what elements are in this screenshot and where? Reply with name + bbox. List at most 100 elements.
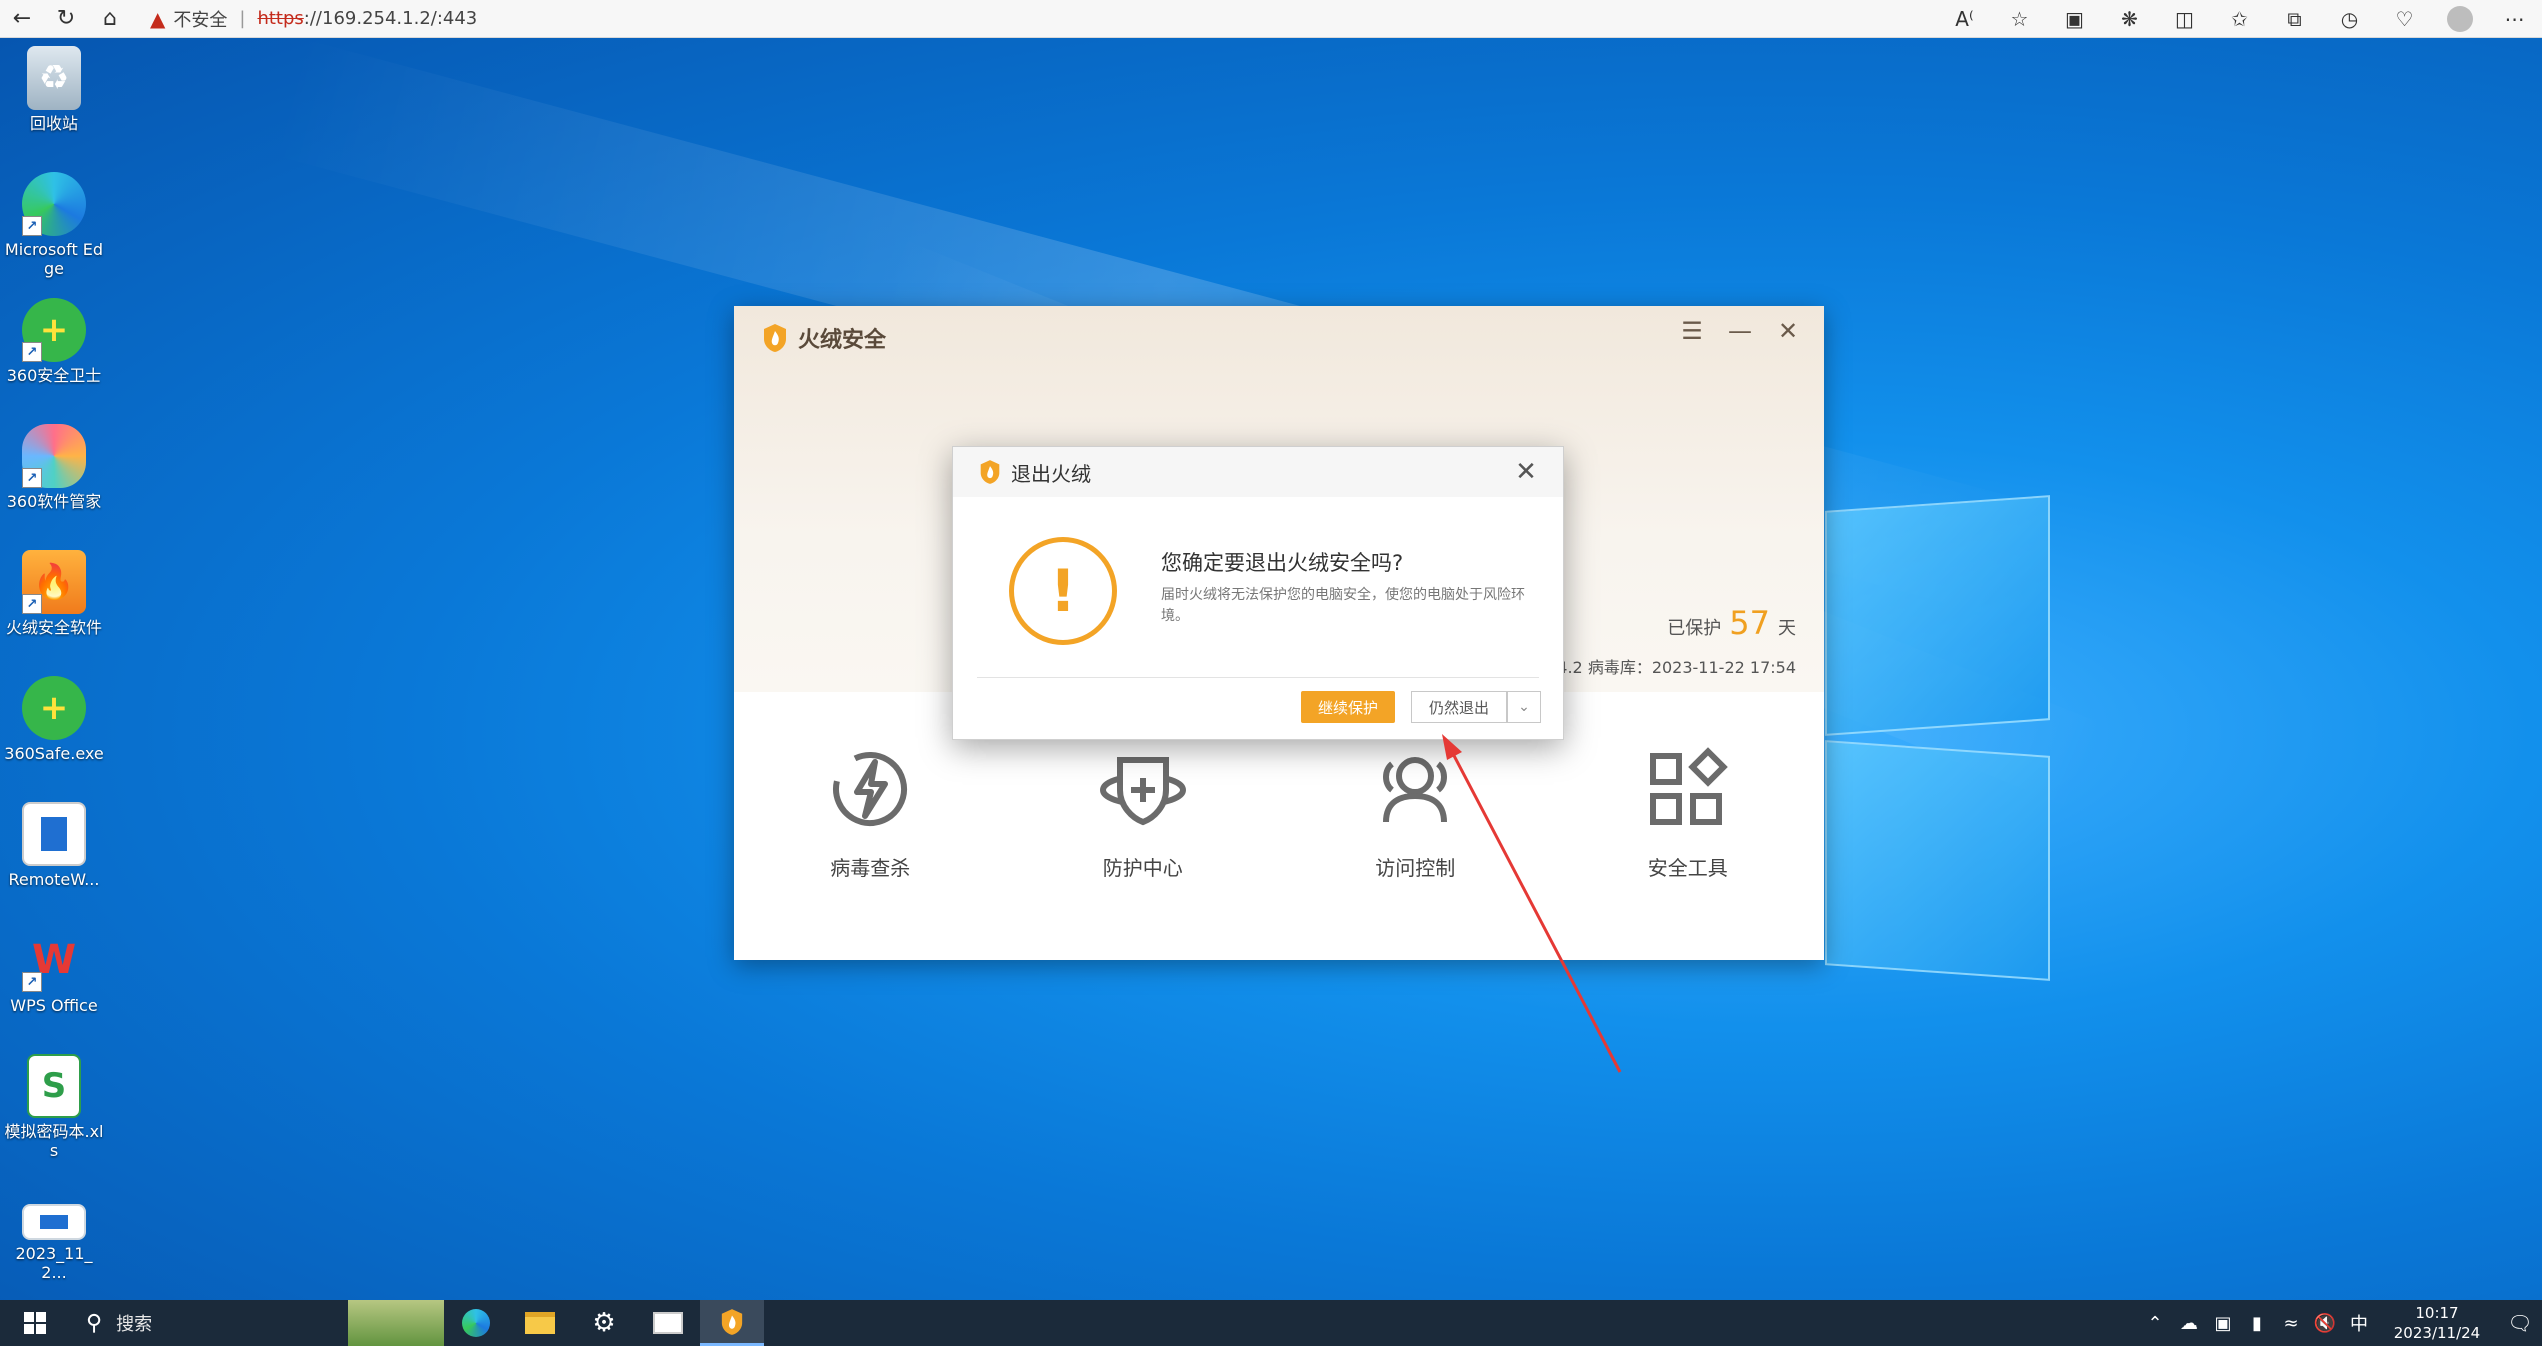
puzzle-icon[interactable]: ❋ <box>2102 0 2157 38</box>
dialog-title: 退出火绒 <box>1011 461 1091 486</box>
back-icon[interactable]: ← <box>0 0 44 38</box>
feature-label: 安全工具 <box>1647 856 1728 880</box>
search-label: 搜索 <box>116 1314 153 1335</box>
continue-protection-button[interactable]: 继续保护 <box>1301 691 1395 723</box>
dialog-close-icon[interactable]: ✕ <box>1509 455 1543 489</box>
history-icon[interactable]: ◷ <box>2322 0 2377 38</box>
split-screen-icon[interactable]: ◫ <box>2157 0 2212 38</box>
360-plus-icon: + ↗ <box>22 298 86 362</box>
minimize-icon[interactable]: — <box>1716 314 1764 348</box>
protection-days: 已保护 57 天 <box>1667 604 1796 642</box>
warning-icon: ▲ <box>150 6 166 31</box>
extension-icon[interactable]: ▣ <box>2047 0 2102 38</box>
browser-actions: A⁽ ☆ ▣ ❋ ◫ ✩ ⧉ ◷ ♡ ⋯ <box>1937 0 2542 38</box>
huorong-logo-icon <box>980 460 1000 484</box>
password-spreadsheet[interactable]: S 模拟密码本.xls <box>4 1054 104 1160</box>
app-title: 火绒安全 <box>762 322 886 354</box>
exit-dialog: 退出火绒 ✕ ! 您确定要退出火绒安全吗? 届时火绒将无法保护您的电脑安全，使您… <box>952 446 1564 740</box>
360safe-exe[interactable]: + 360Safe.exe <box>4 676 104 763</box>
windows-logo <box>1825 495 2050 981</box>
butterfly-icon: ↗ <box>22 424 86 488</box>
favorite-star-icon[interactable]: ☆ <box>1992 0 2047 38</box>
home-icon[interactable]: ⌂ <box>88 0 132 38</box>
flame-icon: 🔥 ↗ <box>22 550 86 614</box>
read-aloud-icon[interactable]: A⁽ <box>1937 0 1992 38</box>
desktop-icon-label: 360安全卫士 <box>6 366 102 385</box>
network-device-icon[interactable]: ▣ <box>2206 1313 2240 1334</box>
taskbar-file-explorer[interactable] <box>508 1300 572 1346</box>
menu-icon[interactable]: ☰ <box>1668 314 1716 348</box>
close-icon[interactable]: ✕ <box>1764 314 1812 348</box>
folder-icon <box>525 1312 555 1334</box>
taskbar-edge[interactable] <box>444 1300 508 1346</box>
browser-toolbar: ← ↻ ⌂ ▲ 不安全 | https ://169.254.1.2/:443 … <box>0 0 2542 38</box>
dialog-divider <box>977 677 1539 678</box>
desktop-icon-label: RemoteW... <box>8 870 100 889</box>
input-method-indicator[interactable]: 中 <box>2342 1310 2376 1336</box>
desktop-icon-label: 360Safe.exe <box>4 744 104 763</box>
feature-security-tools[interactable]: 安全工具 <box>1552 692 1825 960</box>
dialog-description: 届时火绒将无法保护您的电脑安全，使您的电脑处于风险环境。 <box>1161 587 1525 624</box>
cloud-icon[interactable]: ☁ <box>2172 1313 2206 1334</box>
feature-label: 防护中心 <box>1102 856 1183 880</box>
windows-start-icon <box>24 1312 46 1334</box>
volume-muted-icon[interactable]: 🔇 <box>2308 1313 2342 1334</box>
app-title-text: 火绒安全 <box>798 328 887 353</box>
huorong-logo-icon <box>721 1308 743 1335</box>
taskbar-settings[interactable]: ⚙ <box>572 1300 636 1346</box>
url-scheme: https <box>257 8 304 29</box>
battery-icon[interactable]: ▮ <box>2240 1313 2274 1334</box>
desktop-icon-label: 回收站 <box>29 114 78 133</box>
warning-exclamation-icon: ! <box>1009 537 1117 645</box>
window-thumbnail-icon <box>653 1312 683 1334</box>
taskbar-huorong[interactable] <box>700 1300 764 1346</box>
360-software-manager-shortcut[interactable]: ↗ 360软件管家 <box>4 424 104 511</box>
desktop-icon-label: Microsoft Edge <box>4 240 104 278</box>
exit-anyway-button[interactable]: 仍然退出 <box>1411 691 1507 723</box>
window-controls: ☰ — ✕ <box>1668 314 1812 348</box>
notification-icon[interactable]: 🗨 <box>2498 1311 2542 1335</box>
chevron-up-icon[interactable]: ⌃ <box>2138 1313 2172 1334</box>
protected-days-count: 57 <box>1729 604 1770 642</box>
recycle-bin[interactable]: ♻ 回收站 <box>4 46 104 133</box>
edge-shortcut[interactable]: ↗ Microsoft Edge <box>4 172 104 278</box>
huorong-logo-icon <box>764 324 786 352</box>
taskbar-search[interactable]: ⚲ 搜索 <box>70 1300 348 1346</box>
shield-plus-icon <box>1099 757 1186 826</box>
profile-avatar[interactable] <box>2432 0 2487 38</box>
clock-time: 10:17 <box>2415 1304 2459 1322</box>
wps-icon: W ↗ <box>22 928 86 992</box>
system-tray: ⌃ ☁ ▣ ▮ ≈ 🔇 中 10:17 2023/11/24 🗨 <box>2138 1300 2542 1346</box>
refresh-icon[interactable]: ↻ <box>44 0 88 38</box>
window-thumbnail-icon <box>22 802 86 866</box>
search-icon: ⚲ <box>86 1310 103 1336</box>
wifi-icon[interactable]: ≈ <box>2274 1313 2308 1334</box>
dialog-question: 您确定要退出火绒安全吗? <box>1161 551 1404 575</box>
360-safe-shortcut[interactable]: + ↗ 360安全卫士 <box>4 298 104 385</box>
huorong-shortcut[interactable]: 🔥 ↗ 火绒安全软件 <box>4 550 104 637</box>
edge-icon: ↗ <box>22 172 86 236</box>
remote-window-file[interactable]: RemoteW... <box>4 802 104 889</box>
wps-office-shortcut[interactable]: W ↗ WPS Office <box>4 928 104 1015</box>
dialog-header: 退出火绒 ✕ <box>953 447 1563 497</box>
clock[interactable]: 10:17 2023/11/24 <box>2382 1303 2492 1343</box>
edge-icon <box>462 1309 490 1337</box>
desktop-icon-label: 360软件管家 <box>6 492 102 511</box>
address-bar[interactable]: ▲ 不安全 | https ://169.254.1.2/:443 <box>150 4 477 34</box>
lightning-icon <box>833 752 908 826</box>
taskbar-remote-window[interactable] <box>636 1300 700 1346</box>
image-thumbnail-icon <box>22 1204 86 1240</box>
more-options-icon[interactable]: ⋯ <box>2487 0 2542 38</box>
start-button[interactable] <box>0 1300 70 1346</box>
virus-db-info: 4.2 病毒库：2023-11-22 17:54 <box>1557 658 1796 677</box>
chevron-down-icon[interactable]: ⌄ <box>1507 691 1541 723</box>
desktop-icon-label: WPS Office <box>10 996 98 1015</box>
favorites-icon[interactable]: ✩ <box>2212 0 2267 38</box>
screenshot-file[interactable]: 2023_11_2... <box>4 1204 104 1282</box>
protected-prefix: 已保护 <box>1667 618 1722 639</box>
taskbar: ⚲ 搜索 ⚙ ⌃ ☁ ▣ ▮ ≈ 🔇 中 10:17 2023/11/24 🗨 <box>0 1300 2542 1346</box>
collections-icon[interactable]: ⧉ <box>2267 0 2322 38</box>
search-highlight-image <box>348 1300 444 1346</box>
desktop-icon-label: 火绒安全软件 <box>5 618 102 637</box>
performance-icon[interactable]: ♡ <box>2377 0 2432 38</box>
